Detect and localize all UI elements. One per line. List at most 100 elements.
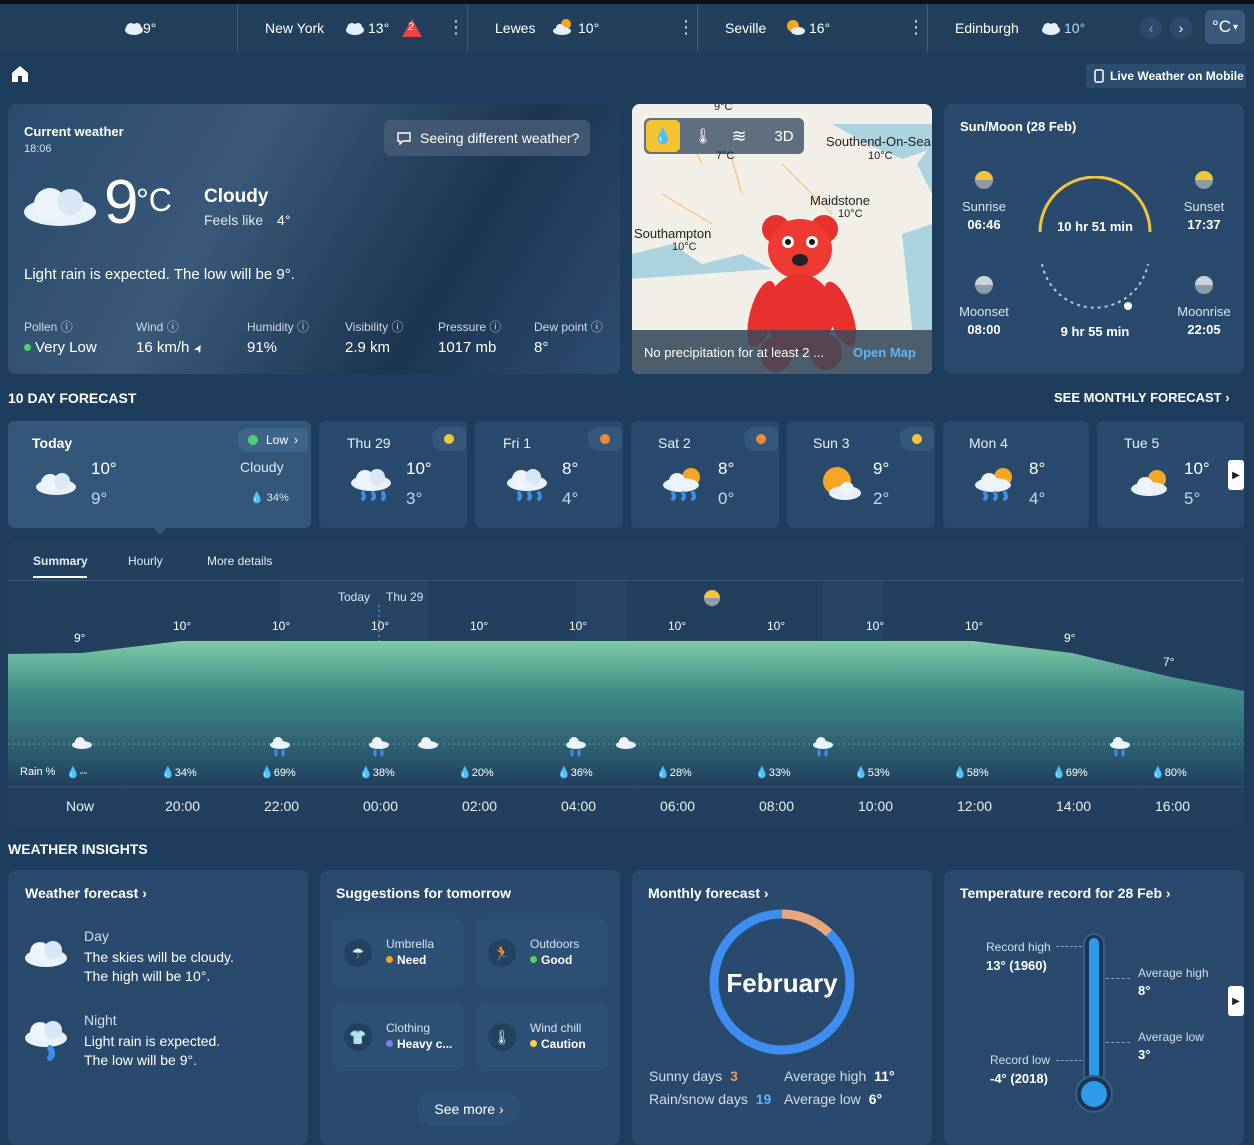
current-temp: 9 [104,168,139,237]
pollen-chip[interactable] [432,427,466,451]
day-card[interactable]: Thu 29 10° 3° [319,421,467,528]
rain-days: Rain/snow days 19 [649,1091,771,1107]
stat-visibility[interactable]: Visibility ⓘ 2.9 km [345,318,403,356]
day-card[interactable]: Mon 4 8° 4° [943,421,1089,528]
suggestion-outdoors[interactable]: 🏃 Outdoors Good [476,919,608,987]
unit-toggle[interactable]: °C ▾ [1205,10,1245,44]
cloud-icon [1042,23,1060,35]
stat-label: Dew point [534,320,588,334]
stat-value: 8° [534,339,549,356]
weather-map[interactable]: 💧 🌡 ≋ 3D Southend-On-Sea 10°C Maidstone … [632,104,932,374]
next-button[interactable]: › [1170,17,1192,39]
weather-forecast-card[interactable]: Weather forecast › Day The skies will be… [8,870,308,1145]
wind-layer-button[interactable]: ≋ [724,120,754,152]
sun-marker-lower [704,598,720,606]
day-card-today[interactable]: Today 10° 9° Cloudy 💧 34% Low › [8,421,311,528]
moonset-icon [975,276,993,294]
day-low: 0° [718,489,735,508]
stat-humidity[interactable]: Humidity ⓘ 91% [247,318,309,356]
suggestion-wind-chill[interactable]: 🌡 Wind chill Caution [476,1003,608,1071]
location-edinburgh[interactable]: Edinburgh 10° [928,4,1128,52]
location-temp: 10° [1064,20,1086,36]
day-low: 2° [873,489,890,508]
3d-button[interactable]: 3D [764,118,804,154]
play-icon: ▶ [1232,469,1240,481]
tab-more-details[interactable]: More details [207,554,272,568]
day-card[interactable]: Sat 2 8° 0° [631,421,779,528]
monthly-title[interactable]: Monthly forecast › [648,885,769,901]
pollen-chip[interactable] [900,427,934,451]
temperature-layer-button[interactable]: 🌡 [688,120,718,152]
different-weather-label: Seeing different weather? [420,130,580,146]
day-rain: 💧 34% [250,492,289,504]
monthly-forecast-link[interactable]: SEE MONTHLY FORECAST › [1054,390,1230,405]
hour-label: 16:00 [1155,798,1191,814]
stat-wind[interactable]: Wind ⓘ 16 km/h ➤ [136,318,206,356]
day-card[interactable]: Tue 5 10° 5° [1097,421,1244,528]
prev-button[interactable]: ‹ [1140,17,1162,39]
alert-count: 2 [408,21,415,33]
suggestion-value: Need [397,953,427,967]
forecast-next-button[interactable]: ▶ [1228,460,1244,490]
day-name: Fri 1 [503,435,531,451]
chevron-right-icon: › [1165,885,1171,901]
current-title: Current weather [24,124,124,139]
cloud-icon [25,941,67,967]
info-icon: ⓘ [60,320,73,334]
location-lewes[interactable]: Lewes 10° ⋮ [468,4,698,52]
record-high-value: 13° (1960) [986,958,1047,973]
sunny-days: Sunny days 3 [649,1068,738,1084]
temp-label: 9° [1064,631,1076,645]
pollen-chip[interactable]: Low › [238,428,308,452]
kebab-icon[interactable]: ⋮ [907,18,925,36]
temperature-record-card[interactable]: Temperature record for 28 Feb › Record h… [944,870,1244,1145]
stat-label: Visibility [345,320,389,334]
insights-next-button[interactable]: ▶ [1228,986,1244,1016]
precipitation-layer-button[interactable]: 💧 [646,120,680,152]
current-weather-card: Current weather 18:06 Seeing different w… [8,104,620,374]
tab-summary[interactable]: Summary [33,554,88,568]
record-title[interactable]: Temperature record for 28 Feb › [960,885,1171,901]
sunny-label: Sunny days [649,1068,723,1084]
temp-label: 10° [272,619,291,633]
day-low: 3° [406,489,423,508]
location-new-york[interactable]: New York 13° 2 ⋮ [238,4,468,52]
kebab-icon[interactable]: ⋮ [447,18,465,36]
pollen-chip[interactable] [588,427,622,451]
see-more-button[interactable]: See more › [417,1092,521,1126]
temp-label: 10° [668,619,687,633]
thermometer-graphic [1075,933,1113,1113]
tab-hourly[interactable]: Hourly [128,554,163,568]
different-weather-button[interactable]: Seeing different weather? [384,120,590,156]
map-place-temp: 10°C [672,241,697,253]
hour-label: 02:00 [462,798,498,814]
stat-dew-point[interactable]: Dew point ⓘ 8° [534,318,603,356]
location-current[interactable]: 9° [8,4,238,52]
info-icon: ⓘ [391,320,404,334]
day-card[interactable]: Sun 3 9° 2° [787,421,935,528]
home-icon[interactable] [10,64,30,84]
stat-pressure[interactable]: Pressure ⓘ 1017 mb [438,318,501,356]
day-card[interactable]: Fri 1 8° 4° [475,421,623,528]
stat-pollen[interactable]: Pollen ⓘ Very Low [24,318,97,356]
forecast-card-title[interactable]: Weather forecast › [25,885,147,901]
open-map-link[interactable]: Open Map [853,345,916,360]
mobile-app-button[interactable]: Live Weather on Mobile [1086,64,1246,88]
record-low-label: Record low [990,1053,1051,1067]
record-high-leader [1056,946,1082,947]
kebab-icon[interactable]: ⋮ [677,18,695,36]
location-seville[interactable]: Seville 16° ⋮ [698,4,928,52]
chevron-down-icon: ▾ [1233,21,1239,33]
suggestion-label: Clothing [386,1021,431,1035]
location-name: New York [265,20,325,36]
pollen-chip[interactable] [744,427,778,451]
monthly-forecast-card[interactable]: Monthly forecast › February Sunny days 3… [632,870,932,1145]
avg-low-value: 6° [868,1091,883,1107]
rain-percent: 💧34% [161,767,197,779]
pollen-dot [24,344,31,351]
suggestion-clothing[interactable]: 👕 Clothing Heavy c... [332,1003,464,1071]
pollen-level: Low [266,433,289,447]
location-temp: 10° [578,20,600,36]
drop-icon: 💧 [653,128,673,145]
suggestion-umbrella[interactable]: ☂ Umbrella Need [332,919,464,987]
